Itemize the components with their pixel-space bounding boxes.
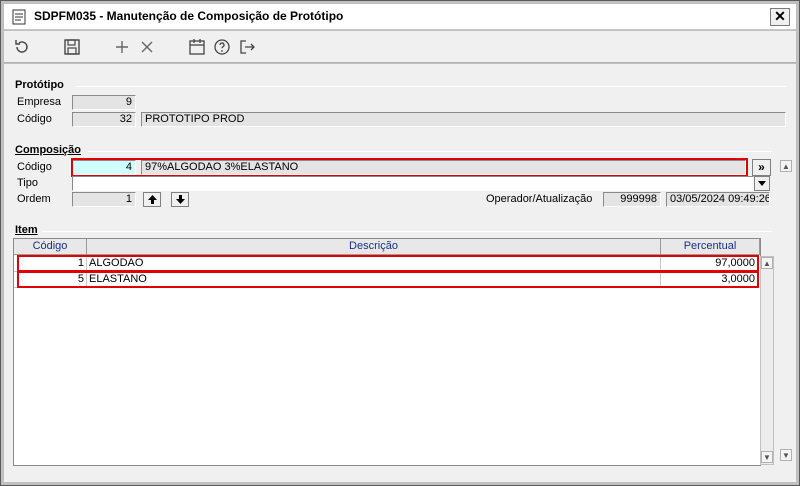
- tipo-dropdown-button[interactable]: [754, 176, 770, 191]
- row-percentual: 97,0000: [661, 256, 758, 272]
- empresa-field[interactable]: 9: [72, 95, 136, 110]
- exit-icon: [240, 40, 255, 54]
- save-button[interactable]: [62, 37, 82, 57]
- app-window: SDPFM035 - Manutenção de Composição de P…: [0, 0, 800, 486]
- grid-scroll-down[interactable]: ▼: [761, 451, 773, 463]
- tipo-select[interactable]: [72, 176, 754, 191]
- item-divider: [42, 231, 772, 232]
- chevron-down-icon: [758, 181, 766, 186]
- title-bar: SDPFM035 - Manutenção de Composição de P…: [4, 4, 796, 30]
- column-header-codigo[interactable]: Código: [14, 239, 87, 255]
- tipo-label: Tipo: [17, 177, 38, 189]
- empresa-label: Empresa: [17, 96, 62, 108]
- prototipo-group-title: Protótipo: [15, 79, 64, 91]
- row-codigo: 1: [14, 256, 87, 272]
- toolbar: [4, 31, 796, 63]
- form-scroll-down[interactable]: ▼: [780, 449, 792, 461]
- refresh-icon: [15, 40, 28, 53]
- prototipo-codigo-label: Código: [17, 113, 52, 125]
- delete-icon: [141, 41, 153, 53]
- prototipo-divider: [76, 86, 786, 87]
- move-down-button[interactable]: [171, 192, 189, 207]
- row-descricao: ALGODAO: [87, 256, 661, 272]
- row-codigo: 5: [14, 272, 87, 288]
- row-descricao: ELASTANO: [87, 272, 661, 288]
- operador-label: Operador/Atualização: [486, 193, 593, 205]
- composicao-codigo-label: Código: [17, 161, 52, 173]
- composicao-lookup-button[interactable]: »: [752, 159, 771, 176]
- exit-button[interactable]: [237, 37, 257, 57]
- grid-scrollbar[interactable]: [760, 256, 774, 465]
- item-group-title: Item: [15, 224, 38, 236]
- atualizacao-field: 03/05/2024 09:49:26: [666, 192, 770, 207]
- composicao-descricao-field[interactable]: 97%ALGODAO 3%ELASTANO: [141, 160, 746, 175]
- calendar-button[interactable]: [187, 37, 207, 57]
- save-icon: [64, 39, 80, 55]
- row-percentual: 3,0000: [661, 272, 758, 288]
- help-button[interactable]: [212, 37, 232, 57]
- close-button[interactable]: ✕: [770, 8, 790, 26]
- form-content: Protótipo Empresa 9 Código 32 PROTOTIPO …: [4, 64, 796, 482]
- operador-field: 999998: [603, 192, 661, 207]
- column-header-descricao[interactable]: Descrição: [87, 239, 661, 255]
- column-header-percentual[interactable]: Percentual: [661, 239, 760, 255]
- delete-button[interactable]: [137, 37, 157, 57]
- composicao-codigo-field[interactable]: 4: [72, 160, 136, 175]
- calendar-icon: [189, 39, 205, 55]
- ordem-label: Ordem: [17, 193, 51, 205]
- grid-scroll-up[interactable]: ▲: [761, 257, 773, 269]
- move-up-button[interactable]: [143, 192, 161, 207]
- composicao-group-title: Composição: [15, 144, 82, 156]
- add-button[interactable]: [112, 37, 132, 57]
- prototipo-codigo-field[interactable]: 32: [72, 112, 136, 127]
- form-scroll-up[interactable]: ▲: [780, 160, 792, 172]
- arrow-down-icon: [175, 195, 185, 204]
- add-icon: [116, 41, 128, 53]
- composicao-divider: [88, 151, 772, 152]
- document-icon: [12, 9, 26, 25]
- prototipo-descricao-field[interactable]: PROTOTIPO PROD: [141, 112, 786, 127]
- item-grid: Código Descrição Percentual 1 ALGODAO 97…: [13, 238, 774, 466]
- arrow-up-icon: [147, 195, 157, 204]
- refresh-button[interactable]: [12, 37, 32, 57]
- ordem-field[interactable]: 1: [72, 192, 136, 207]
- window-title: SDPFM035 - Manutenção de Composição de P…: [34, 9, 344, 23]
- help-icon: [214, 39, 230, 55]
